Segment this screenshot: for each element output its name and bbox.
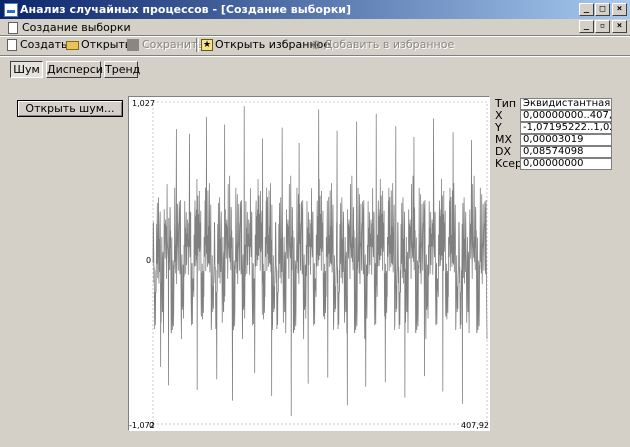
stat-value-field[interactable]: 0,00003019 (520, 134, 612, 146)
save-button[interactable]: Сохранить (142, 38, 204, 51)
minimize-button[interactable]: _ (579, 3, 594, 16)
close-button[interactable]: × (612, 3, 627, 16)
noise-chart-svg: 1,027 0 -1,072 0 407,92 (129, 99, 489, 430)
stat-value-field[interactable]: 0,00000000..407,91840 (520, 110, 612, 122)
document-icon (8, 22, 18, 34)
mdi-document-title: Создание выборки (22, 21, 131, 34)
noise-chart: 1,027 0 -1,072 0 407,92 (128, 96, 490, 431)
toolbar-bottom-divider (0, 55, 630, 57)
tab-trend[interactable]: Тренд (104, 61, 140, 78)
add-favorite-button[interactable]: Добавить в избранное (324, 38, 454, 51)
maximize-button[interactable]: □ (595, 3, 610, 16)
tab-noise[interactable]: Шум (10, 61, 43, 78)
mdi-close-button[interactable]: × (612, 20, 627, 33)
window-title: Анализ случайных процессов - [Создание в… (20, 3, 352, 16)
window-titlebar[interactable]: Анализ случайных процессов - [Создание в… (0, 0, 630, 19)
favorite-star-icon: ★ (201, 39, 213, 51)
mdi-document-bar: Создание выборки (0, 19, 630, 36)
y-tick-zero: 0 (146, 256, 151, 265)
stat-value-field[interactable]: 0,00000000 (520, 158, 612, 170)
noise-series (152, 106, 488, 417)
open-noise-button[interactable]: Открыть шум... (17, 100, 123, 117)
open-button[interactable]: Открыть (81, 38, 131, 51)
y-tick-max: 1,027 (132, 99, 155, 108)
noise-series-line (152, 106, 488, 417)
stat-value-field[interactable]: Эквидистантная, 5000 (520, 98, 612, 110)
save-disk-icon (127, 39, 139, 51)
open-folder-icon (66, 41, 79, 50)
stat-value-field[interactable]: 0,08574098 (520, 146, 612, 158)
new-document-icon (7, 39, 17, 51)
toolbar: Создать Открыть Сохранить ★ Открыть избр… (0, 36, 630, 54)
add-favorite-icon: ⚙ (310, 38, 322, 52)
tab-variance[interactable]: Дисперсия (46, 61, 110, 78)
create-button[interactable]: Создать (20, 38, 68, 51)
x-tick-min: 0 (149, 421, 154, 430)
mdi-minimize-button[interactable]: _ (579, 20, 594, 33)
toolbar-separator (196, 38, 199, 52)
plot-area-frame (152, 101, 488, 425)
app-icon (4, 3, 18, 17)
x-tick-max: 407,92 (461, 421, 489, 430)
stat-value-field[interactable]: -1,07195222..1,026534 (520, 122, 612, 134)
mdi-restore-button[interactable]: ▫ (595, 20, 610, 33)
